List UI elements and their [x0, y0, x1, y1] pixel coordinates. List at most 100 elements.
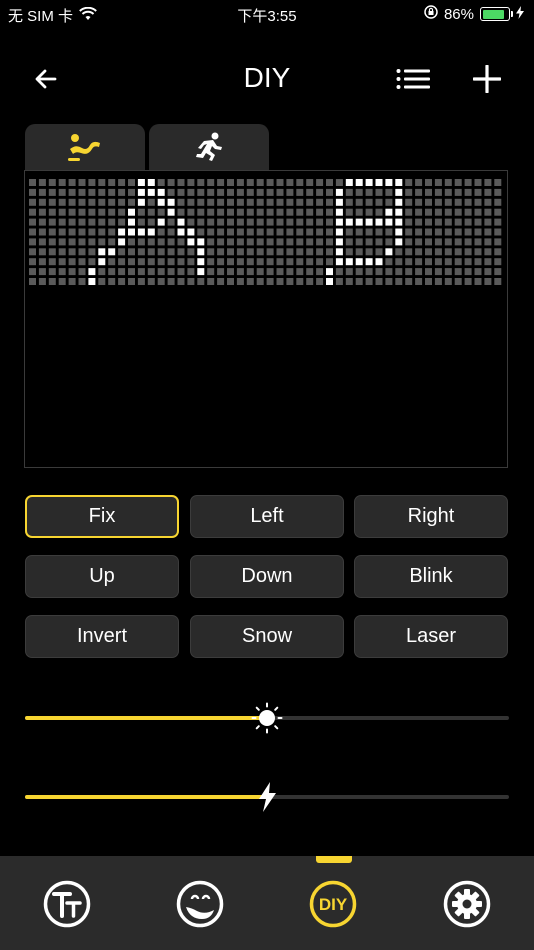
led-pixel	[78, 238, 86, 246]
led-pixel	[454, 248, 462, 256]
led-pixel	[464, 278, 472, 285]
effect-button-blink[interactable]: Blink	[354, 555, 508, 598]
led-pixel	[484, 208, 492, 216]
led-pixel	[29, 198, 36, 206]
led-pixel-on	[395, 228, 403, 236]
effect-button-fix[interactable]: Fix	[25, 495, 179, 538]
led-pixel	[197, 228, 205, 236]
led-pixel	[207, 208, 215, 216]
led-pixel	[48, 248, 56, 256]
led-pixel-on	[147, 188, 155, 196]
led-pixel	[118, 258, 126, 266]
tab-text[interactable]	[37, 874, 97, 934]
led-pixel-on	[197, 238, 205, 246]
led-pixel	[286, 208, 294, 216]
led-pixel	[306, 179, 314, 186]
list-button[interactable]	[391, 57, 435, 101]
led-pixel	[296, 218, 304, 226]
effect-button-right[interactable]: Right	[354, 495, 508, 538]
effect-button-up[interactable]: Up	[25, 555, 179, 598]
led-pixel	[266, 228, 274, 236]
led-pixel	[88, 228, 96, 236]
led-pixel	[444, 179, 452, 186]
effect-button-down[interactable]: Down	[190, 555, 344, 598]
led-pixel	[78, 198, 86, 206]
led-pixel	[454, 218, 462, 226]
led-pixel	[425, 218, 432, 226]
emoji-icon	[176, 880, 224, 928]
effect-button-left[interactable]: Left	[190, 495, 344, 538]
led-pixel	[217, 188, 225, 196]
led-pixel	[98, 238, 106, 246]
led-pixel	[157, 278, 165, 285]
battery-percent: 86%	[443, 5, 474, 23]
led-pixel	[425, 238, 432, 246]
led-pixel	[444, 198, 452, 206]
effect-button-snow[interactable]: Snow	[190, 615, 344, 658]
led-pixel	[316, 188, 324, 196]
led-pixel	[395, 258, 403, 266]
led-pixel	[38, 188, 46, 196]
led-pixel	[147, 208, 155, 216]
led-pixel	[68, 258, 76, 266]
led-pixel	[167, 228, 175, 236]
led-pixel	[246, 228, 254, 236]
led-pixel	[266, 258, 274, 266]
led-pixel	[78, 248, 86, 256]
led-pixel-on	[335, 188, 343, 196]
effect-button-laser[interactable]: Laser	[354, 615, 508, 658]
led-pixel	[365, 188, 373, 196]
add-button[interactable]	[465, 57, 509, 101]
led-pixel	[405, 278, 413, 285]
speed-slider-thumb[interactable]	[251, 781, 283, 813]
led-pixel	[48, 188, 56, 196]
led-pixel	[434, 228, 442, 236]
led-pixel	[137, 268, 145, 276]
led-pixel-on	[187, 238, 195, 246]
brightness-slider-thumb[interactable]	[251, 702, 283, 734]
led-pixel	[296, 198, 304, 206]
sun-icon	[251, 702, 283, 734]
led-pixel	[415, 218, 423, 226]
led-pixel	[118, 248, 126, 256]
tab-emoji[interactable]	[170, 874, 230, 934]
led-pixel-on	[157, 218, 165, 226]
led-pixel	[316, 179, 324, 186]
led-pixel	[227, 268, 234, 276]
led-pixel	[385, 268, 393, 276]
led-pixel	[355, 228, 363, 236]
led-pixel	[246, 218, 254, 226]
led-pixel	[128, 258, 135, 266]
led-pixel	[276, 179, 284, 186]
effect-button-invert[interactable]: Invert	[25, 615, 179, 658]
tab-animations[interactable]	[25, 124, 145, 170]
led-pixel	[326, 258, 333, 266]
led-pixel	[464, 198, 472, 206]
led-pixel	[256, 268, 264, 276]
led-pixel	[256, 179, 264, 186]
led-pixel	[326, 228, 333, 236]
led-pixel	[98, 228, 106, 236]
led-pixel	[355, 188, 363, 196]
led-pixel	[385, 228, 393, 236]
led-pixel-on	[197, 258, 205, 266]
led-pixel	[167, 238, 175, 246]
led-pixel	[286, 218, 294, 226]
led-pixel	[147, 248, 155, 256]
orientation-lock-icon	[424, 5, 438, 23]
led-pixel	[227, 248, 234, 256]
led-pixel	[157, 228, 165, 236]
led-pixel	[256, 198, 264, 206]
led-pixel	[197, 179, 205, 186]
tab-actions[interactable]	[149, 124, 269, 170]
tab-diy[interactable]: DIY	[303, 874, 363, 934]
led-pixel	[405, 268, 413, 276]
led-pixel	[167, 188, 175, 196]
led-pixel	[187, 268, 195, 276]
led-pixel	[355, 268, 363, 276]
led-pixel	[365, 228, 373, 236]
led-pixel	[444, 208, 452, 216]
led-pixel	[306, 218, 314, 226]
led-pixel	[286, 238, 294, 246]
tab-settings[interactable]	[437, 874, 497, 934]
